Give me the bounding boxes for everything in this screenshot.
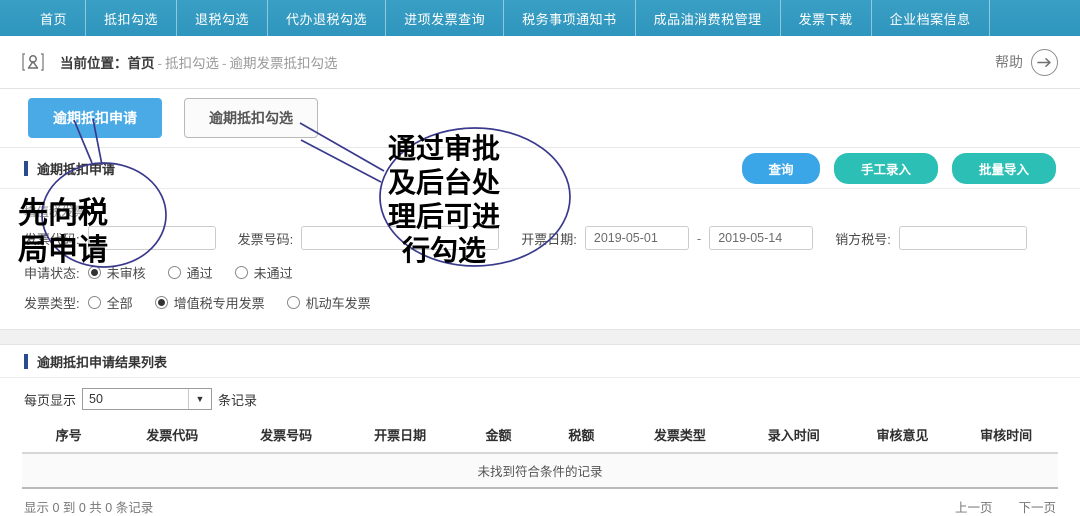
breadcrumb-home[interactable]: 首页 [128, 56, 155, 71]
record-count-info: 显示 0 到 0 共 0 条记录 [24, 501, 154, 515]
nav-item-invoice-download[interactable]: 发票下载 [781, 0, 872, 36]
per-page-select[interactable]: 50 ▼ [82, 388, 213, 410]
radio-label-unreviewed: 未审核 [106, 265, 146, 281]
radio-invoice-type-vehicle[interactable]: 机动车发票 [286, 293, 371, 312]
table-empty-row: 未找到符合条件的记录 [22, 453, 1058, 489]
help-button[interactable]: 帮助 [995, 48, 1058, 76]
tab-button-row: 逾期抵扣申请 逾期抵扣勾选 [0, 89, 1080, 147]
chevron-down-icon: ▼ [188, 389, 211, 409]
annotation-text-left: 先向税 局申请 [18, 196, 108, 268]
radio-dot-special-vat [154, 295, 168, 309]
nav-item-enterprise-archive[interactable]: 企业档案信息 [872, 0, 990, 36]
panel-header: 逾期抵扣申请 查询 手工录入 批量导入 [0, 148, 1080, 189]
breadcrumb: 当前位置：首页 - 抵扣勾选 - 逾期发票抵扣勾选 [60, 52, 338, 72]
issue-date-end-input[interactable]: 2019-05-14 [709, 226, 814, 250]
per-page-control: 每页显示 50 ▼ 条记录 [0, 378, 1080, 418]
result-section: 逾期抵扣申请结果列表 每页显示 50 ▼ 条记录 序号 发票代码 发票号码 开票… [0, 345, 1080, 516]
top-navigation-bar: 首页 抵扣勾选 退税勾选 代办退税勾选 进项发票查询 税务事项通知书 成品油消费… [0, 0, 1080, 36]
manual-entry-button[interactable]: 手工录入 [834, 152, 938, 184]
radio-dot-passed [167, 265, 181, 279]
panel-action-buttons: 查询 手工录入 批量导入 [742, 152, 1056, 184]
nav-item-agent-refund-check[interactable]: 代办退税勾选 [268, 0, 387, 36]
nav-item-input-invoice-query[interactable]: 进项发票查询 [386, 0, 505, 36]
col-amount: 金额 [457, 418, 540, 454]
form-row-hint: 增值税发票 [24, 199, 1056, 221]
next-page-button[interactable]: 下一页 [1018, 497, 1056, 516]
form-row-main: 发票代码: 发票号码: 开票日期: 2019-05-01 - 2019-05-1… [24, 221, 1056, 255]
section-divider [0, 329, 1080, 345]
breadcrumb-bar: 当前位置：首页 - 抵扣勾选 - 逾期发票抵扣勾选 帮助 [0, 36, 1080, 89]
invoice-no-label: 发票号码: [237, 231, 294, 247]
result-table-wrapper: 序号 发票代码 发票号码 开票日期 金额 税额 发票类型 录入时间 审核意见 审… [0, 418, 1080, 489]
breadcrumb-level3: 逾期发票抵扣勾选 [229, 56, 338, 71]
breadcrumb-sep-2: - [222, 56, 227, 71]
col-invoice-no: 发票号码 [229, 418, 344, 454]
radio-dot-failed [234, 265, 248, 279]
radio-label-vehicle: 机动车发票 [305, 295, 371, 311]
nav-item-refined-oil-tax[interactable]: 成品油消费税管理 [636, 0, 781, 36]
col-entry-time: 录入时间 [736, 418, 851, 454]
breadcrumb-prefix: 当前位置： [60, 56, 128, 71]
section-accent-bar [24, 160, 28, 176]
radio-dot-vehicle [286, 295, 300, 309]
result-table: 序号 发票代码 发票号码 开票日期 金额 税额 发票类型 录入时间 审核意见 审… [22, 418, 1058, 489]
breadcrumb-level2[interactable]: 抵扣勾选 [165, 56, 219, 71]
nav-right-spacer [990, 0, 1080, 36]
result-accent-bar [24, 353, 28, 369]
col-seq: 序号 [22, 418, 116, 454]
radio-invoice-type-all[interactable]: 全部 [87, 293, 133, 312]
col-tax-amount: 税额 [539, 418, 623, 454]
per-page-value: 50 [89, 392, 103, 406]
tab-overdue-deduction-check[interactable]: 逾期抵扣勾选 [184, 98, 318, 138]
seller-tax-no-input[interactable] [898, 226, 1027, 250]
issue-date-label: 开票日期: [521, 231, 577, 247]
col-invoice-code: 发票代码 [115, 418, 230, 454]
arrow-right-circle-icon [1031, 48, 1058, 76]
radio-label-all: 全部 [106, 295, 133, 311]
batch-import-button[interactable]: 批量导入 [952, 152, 1056, 184]
annotation-text-right: 通过审批 及后台处 理后可进 行勾选 [388, 132, 501, 268]
help-label: 帮助 [995, 54, 1023, 70]
radio-dot-all [87, 295, 101, 309]
application-panel: 逾期抵扣申请 查询 手工录入 批量导入 增值税发票 发票代码: 发票号码: 开票… [0, 147, 1080, 329]
nav-item-deduction-check[interactable]: 抵扣勾选 [86, 0, 178, 36]
radio-label-failed: 未通过 [253, 265, 293, 281]
radio-label-passed: 通过 [186, 265, 213, 281]
col-review-comment: 审核意见 [850, 418, 955, 454]
tab-overdue-deduction-application[interactable]: 逾期抵扣申请 [28, 98, 162, 138]
per-page-suffix: 条记录 [218, 392, 258, 408]
col-review-time: 审核时间 [954, 418, 1058, 454]
col-invoice-type: 发票类型 [622, 418, 737, 454]
seller-tax-no-label: 销方税号: [835, 231, 891, 247]
result-title: 逾期抵扣申请结果列表 [37, 354, 168, 370]
query-button[interactable]: 查询 [742, 152, 820, 184]
prev-page-button[interactable]: 上一页 [955, 497, 993, 516]
radio-invoice-type-special-vat[interactable]: 增值税专用发票 [154, 293, 265, 312]
per-page-prefix: 每页显示 [24, 392, 77, 408]
invoice-type-label: 发票类型: [24, 295, 80, 311]
radio-apply-status-failed[interactable]: 未通过 [234, 263, 293, 282]
nav-item-home[interactable]: 首页 [22, 0, 87, 36]
nav-item-tax-notice[interactable]: 税务事项通知书 [504, 0, 636, 36]
nav-item-tax-refund-check[interactable]: 退税勾选 [177, 0, 269, 36]
issue-date-start-input[interactable]: 2019-05-01 [584, 226, 689, 250]
location-pin-icon [20, 49, 46, 75]
nav-left-spacer [0, 0, 22, 36]
breadcrumb-sep-1: - [157, 56, 163, 71]
form-row-invoice-type: 发票类型: 全部 增值税专用发票 机动车发票 [24, 289, 1056, 315]
pagination: 上一页 下一页 [955, 497, 1056, 516]
col-issue-date: 开票日期 [343, 418, 458, 454]
search-form: 增值税发票 发票代码: 发票号码: 开票日期: 2019-05-01 - 201… [0, 189, 1080, 329]
table-header-row: 序号 发票代码 发票号码 开票日期 金额 税额 发票类型 录入时间 审核意见 审… [22, 418, 1058, 454]
date-range-separator: - [696, 230, 702, 246]
table-empty-message: 未找到符合条件的记录 [22, 453, 1058, 489]
radio-apply-status-passed[interactable]: 通过 [167, 263, 213, 282]
radio-label-special-vat: 增值税专用发票 [173, 295, 265, 311]
form-row-apply-status: 申请状态: 未审核 通过 未通过 [24, 259, 1056, 285]
result-header: 逾期抵扣申请结果列表 [0, 345, 1080, 378]
panel-title: 逾期抵扣申请 [37, 161, 116, 177]
result-footer: 显示 0 到 0 共 0 条记录 上一页 下一页 [0, 489, 1080, 516]
